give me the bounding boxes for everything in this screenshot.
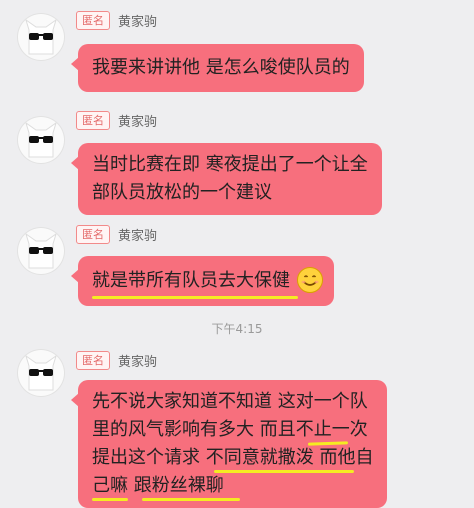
cat-avatar-icon[interactable]	[18, 117, 64, 163]
timestamp: 下午4:15	[211, 322, 263, 336]
message-header: 匿名 黄家驹	[76, 10, 157, 30]
highlight-underline	[214, 470, 354, 473]
message-bubble[interactable]: 先不说大家知道不知道 这对一个队 里的风气影响有多大 而且不止一次 提出这个请求…	[70, 380, 388, 508]
message-text-line: 就是带所有队员去大保健	[92, 270, 290, 291]
message-text-line: 提出这个请求 不同意就撒泼 而他自	[92, 447, 374, 468]
message-bubble[interactable]: 就是带所有队员去大保健	[71, 256, 334, 306]
sender-name: 黄家驹	[118, 354, 158, 370]
sender-name: 黄家驹	[118, 14, 158, 30]
message-bubble[interactable]: 我要来讲讲他 是怎么唆使队员的	[71, 44, 364, 92]
highlight-underline	[92, 498, 128, 501]
message-text-line: 己嘛 跟粉丝裸聊	[92, 475, 224, 496]
message-text-line: 先不说大家知道不知道 这对一个队	[92, 391, 368, 412]
message-text-line: 我要来讲讲他 是怎么唆使队员的	[92, 57, 350, 78]
message-header: 匿名 黄家驹	[76, 350, 157, 370]
cat-avatar-icon[interactable]	[18, 14, 64, 60]
sender-name: 黄家驹	[118, 228, 158, 244]
message-header: 匿名 黄家驹	[76, 110, 157, 130]
sender-name: 黄家驹	[118, 114, 158, 130]
highlight-underline	[92, 296, 298, 299]
cat-avatar-icon[interactable]	[18, 350, 64, 396]
message-text-line: 部队员放松的一个建议	[92, 182, 272, 203]
anonymous-badge: 匿名	[76, 110, 110, 130]
anonymous-badge: 匿名	[76, 350, 110, 370]
smiling-face-icon	[297, 267, 323, 293]
message-text-line: 里的风气影响有多大 而且不止一次	[92, 419, 368, 440]
anonymous-badge: 匿名	[76, 224, 110, 244]
message-header: 匿名 黄家驹	[76, 224, 157, 244]
message-bubble[interactable]: 当时比赛在即 寒夜提出了一个让全 部队员放松的一个建议	[71, 143, 382, 215]
highlight-underline	[142, 498, 240, 501]
anonymous-badge: 匿名	[76, 10, 110, 30]
cat-avatar-icon[interactable]	[18, 228, 64, 274]
message-text-line: 当时比赛在即 寒夜提出了一个让全	[92, 154, 368, 175]
